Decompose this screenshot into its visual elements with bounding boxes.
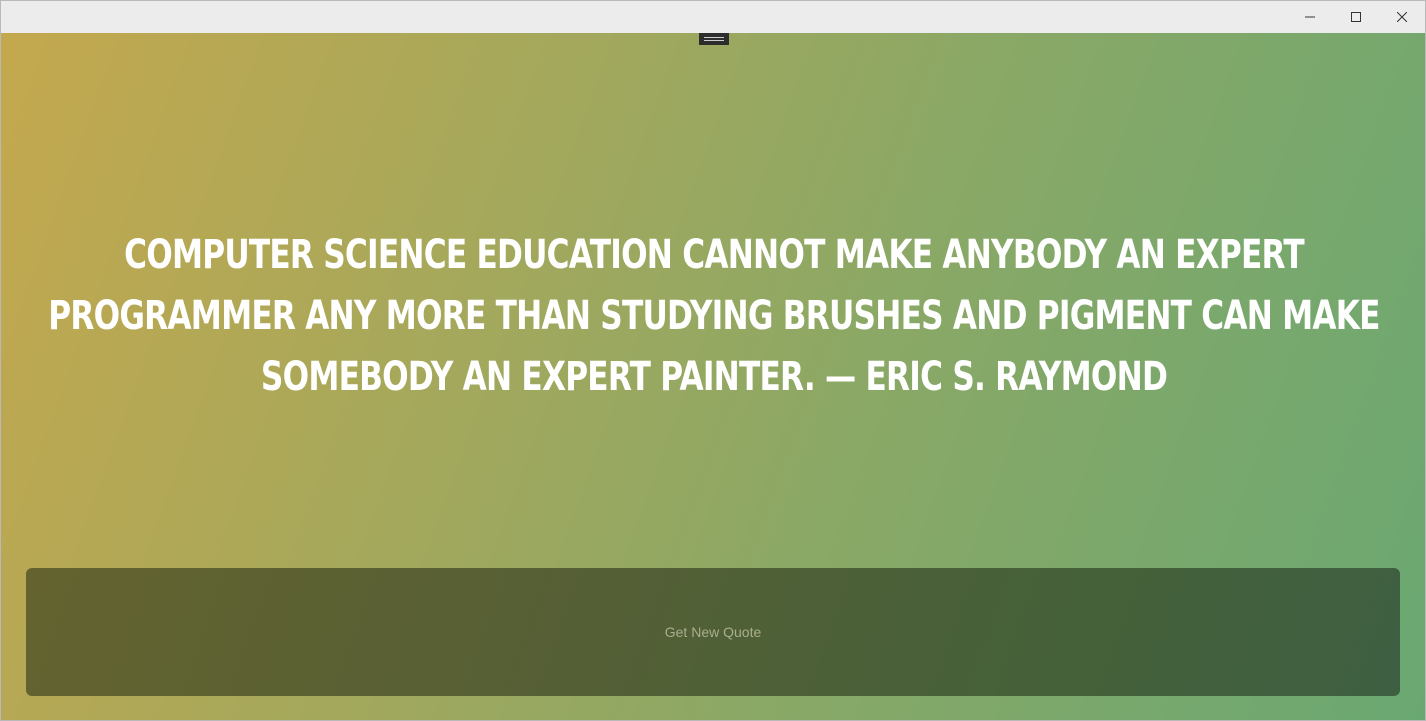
drag-handle-icon[interactable] (699, 33, 729, 45)
app-window: Computer science education cannot make a… (0, 0, 1426, 721)
quote-panel: Computer science education cannot make a… (1, 33, 1425, 720)
quote-text-container: Computer science education cannot make a… (48, 225, 1380, 408)
minimize-icon (1305, 16, 1315, 18)
maximize-button[interactable] (1333, 1, 1379, 33)
maximize-icon (1351, 12, 1361, 22)
caption-buttons (1287, 1, 1425, 33)
close-button[interactable] (1379, 1, 1425, 33)
quote-text: Computer science education cannot make a… (48, 232, 1380, 400)
get-new-quote-button[interactable]: Get New Quote (26, 568, 1400, 696)
minimize-button[interactable] (1287, 1, 1333, 33)
title-bar[interactable] (1, 1, 1425, 33)
close-icon (1397, 12, 1407, 22)
